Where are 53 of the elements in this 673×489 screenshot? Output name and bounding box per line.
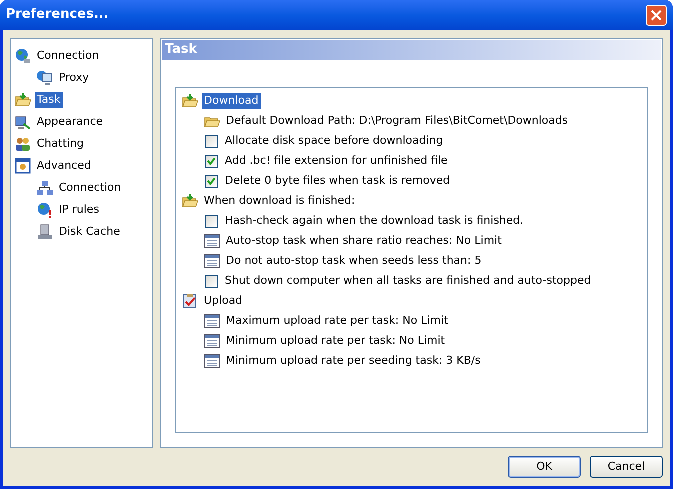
window-title: Preferences... — [6, 6, 109, 24]
clipboard-check-icon — [182, 293, 198, 309]
option-label[interactable]: Minimum upload rate per seeding task: 3 KB/s — [226, 352, 481, 370]
tree-item[interactable]: Disk Cache — [57, 224, 122, 240]
disk-drive-icon — [37, 224, 53, 240]
list-box-icon — [204, 314, 220, 328]
tree-item[interactable]: Chatting — [35, 136, 86, 152]
close-icon — [651, 10, 662, 20]
checkbox[interactable] — [205, 274, 218, 288]
tree-item[interactable]: Proxy — [57, 70, 92, 86]
checkbox[interactable] — [205, 214, 218, 228]
tree-item[interactable]: IP rules — [57, 202, 102, 218]
computer-icon — [37, 70, 53, 86]
folder-arrow-icon — [182, 93, 198, 109]
option-label[interactable]: Minimum upload rate per task: No Limit — [226, 332, 446, 350]
checkbox[interactable] — [205, 154, 218, 168]
option-label[interactable]: Maximum upload rate per task: No Limit — [226, 312, 448, 330]
panel-title: Task — [165, 41, 198, 60]
people-icon — [15, 136, 31, 152]
tree-item[interactable]: When download is finished: — [202, 193, 358, 209]
tree-item[interactable]: Download — [202, 93, 261, 109]
check-icon — [207, 176, 216, 186]
tree-item[interactable]: Connection — [35, 48, 102, 64]
folder-arrow-icon — [182, 193, 198, 209]
cancel-button[interactable]: Cancel — [590, 456, 663, 478]
tree-item[interactable]: Upload — [202, 293, 245, 309]
globe-icon — [15, 48, 31, 64]
option-label[interactable]: Auto-stop task when share ratio reaches: No Limit — [226, 232, 502, 250]
option-label[interactable]: Do not auto-stop task when seeds less than: 5 — [226, 252, 482, 270]
tree-item[interactable]: Connection — [57, 180, 124, 196]
window-gear-icon — [15, 158, 31, 174]
option-label[interactable]: Add .bc! file extension for unfinished file — [225, 152, 448, 170]
list-box-icon — [204, 334, 220, 348]
option-label[interactable]: Shut down computer when all tasks are finished and auto-stopped — [225, 272, 592, 290]
monitor-brush-icon — [15, 114, 31, 130]
option-label[interactable]: Delete 0 byte files when task is removed — [225, 172, 450, 190]
checkbox[interactable] — [205, 174, 218, 188]
list-box-icon — [204, 234, 220, 248]
list-box-icon — [204, 354, 220, 368]
tree-item[interactable]: Appearance — [35, 114, 106, 130]
option-label[interactable]: Allocate disk space before downloading — [225, 132, 444, 150]
tree-item[interactable]: Advanced — [35, 158, 94, 174]
tree-item[interactable]: Task — [35, 92, 63, 108]
checkbox[interactable] — [205, 134, 218, 148]
ok-button[interactable]: OK — [508, 456, 581, 478]
option-label[interactable]: Hash-check again when the download task is finished. — [225, 212, 524, 230]
network-icon — [37, 180, 53, 196]
close-button[interactable] — [646, 4, 667, 26]
list-box-icon — [204, 254, 220, 268]
folder-arrow-icon — [15, 92, 31, 108]
check-icon — [207, 156, 216, 166]
globe-warning-icon — [37, 202, 53, 218]
option-label[interactable]: Default Download Path: D:\Program Files\BitComet\Downloads — [226, 112, 568, 130]
